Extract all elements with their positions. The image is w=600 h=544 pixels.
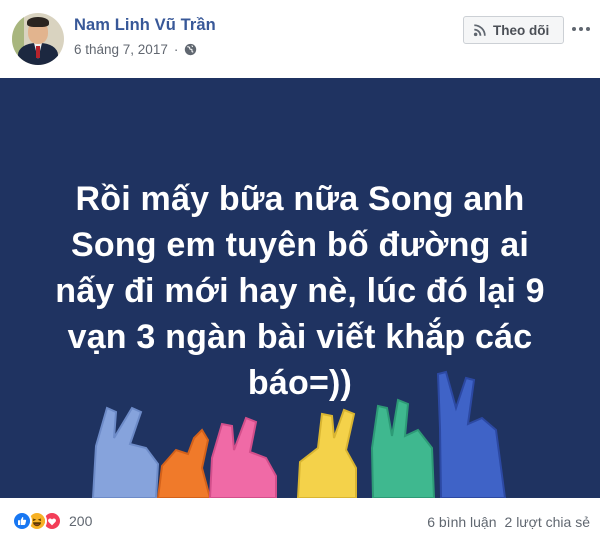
follow-label: Theo dõi (493, 22, 550, 38)
post-image-text: Rồi mấy bữa nữa Song anh Song em tuyên b… (55, 180, 545, 402)
post-footer: 200 6 bình luận 2 lượt chia sẻ (0, 498, 600, 544)
separator: · (173, 42, 179, 57)
comment-count-link[interactable]: 6 bình luận (427, 514, 496, 530)
avatar[interactable] (12, 13, 64, 65)
like-icon (12, 511, 32, 531)
post-date[interactable]: 6 tháng 7, 2017 (74, 42, 168, 57)
rss-icon (473, 23, 487, 37)
post-header: Nam Linh Vũ Trần 6 tháng 7, 2017 · Theo … (0, 0, 600, 78)
author-name[interactable]: Nam Linh Vũ Trần (74, 16, 216, 35)
reactions-summary[interactable]: 200 (12, 511, 92, 531)
share-count-link[interactable]: 2 lượt chia sẻ (505, 514, 590, 530)
globe-icon[interactable] (184, 43, 197, 56)
ellipsis-icon[interactable] (570, 20, 592, 38)
post-image[interactable]: Rồi mấy bữa nữa Song anh Song em tuyên b… (0, 78, 600, 498)
reaction-count: 200 (69, 513, 93, 529)
post-stats: 6 bình luận 2 lượt chia sẻ (427, 514, 590, 530)
post-meta: 6 tháng 7, 2017 · (74, 42, 197, 57)
follow-button[interactable]: Theo dõi (463, 16, 564, 44)
